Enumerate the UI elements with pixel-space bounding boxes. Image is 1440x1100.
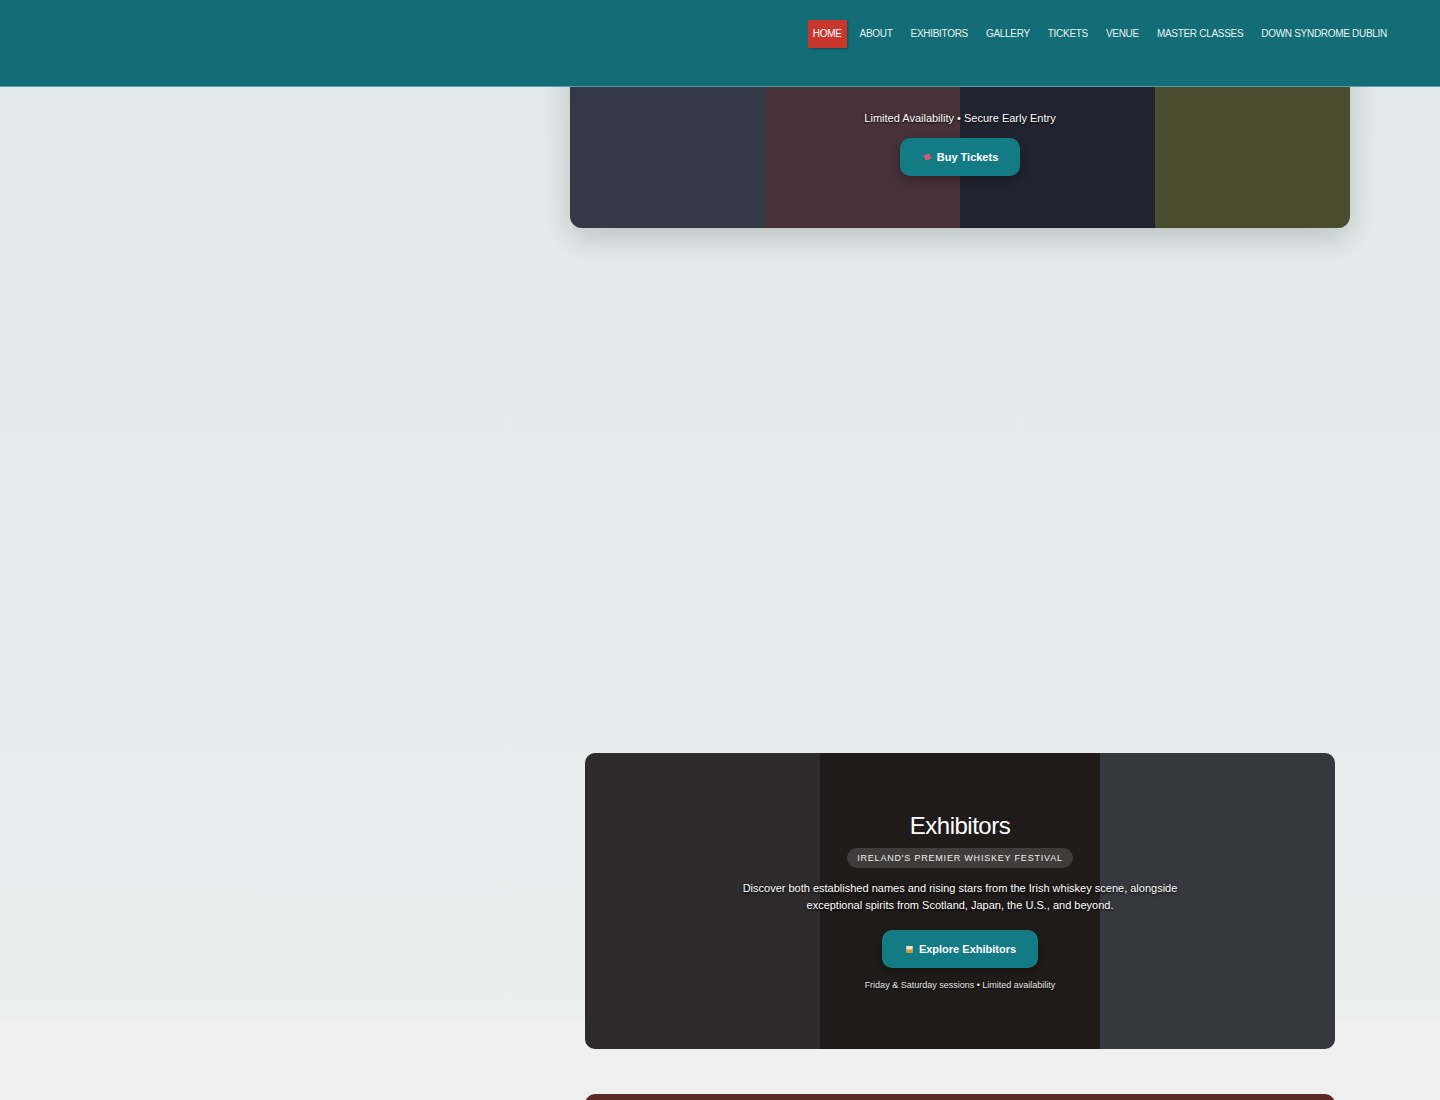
exhibitors-description: Discover both established names and risi… <box>715 880 1205 914</box>
exhibitors-note: Friday & Saturday sessions • Limited ava… <box>865 980 1056 990</box>
nav-item[interactable]: VENUE <box>1101 20 1144 48</box>
content: Limited Availability • Secure Early Entr… <box>570 0 1350 1100</box>
exhibitors-title: Exhibitors <box>910 812 1010 840</box>
exhibitors-badge: IRELAND'S PREMIER WHISKEY FESTIVAL <box>847 848 1073 868</box>
nav-item[interactable]: TICKETS <box>1043 20 1093 48</box>
nav-menu: HOME ABOUT EXHIBITORS GALLERY TICKETS VENUE MA… <box>808 20 1392 48</box>
nav-item[interactable]: GALLERY <box>981 20 1035 48</box>
nav-item[interactable]: HOME <box>808 20 847 48</box>
buy-tickets-button[interactable]: Buy Tickets <box>900 138 1021 176</box>
exhibitors-card: Exhibitors IRELAND'S PREMIER WHISKEY FES… <box>585 753 1335 1049</box>
explore-exhibitors-button[interactable]: Explore Exhibitors <box>882 930 1038 968</box>
nav-item[interactable]: DOWN SYNDROME DUBLIN <box>1256 20 1392 48</box>
hero-note: Limited Availability • Secure Early Entr… <box>864 112 1055 124</box>
whiskey-glass-icon <box>904 944 915 955</box>
nav-item[interactable]: EXHIBITORS <box>906 20 973 48</box>
ticket-icon <box>922 152 933 163</box>
page: HOME ABOUT EXHIBITORS GALLERY TICKETS VENUE MA… <box>0 0 1440 1100</box>
top-nav: HOME ABOUT EXHIBITORS GALLERY TICKETS VENUE MA… <box>0 0 1440 87</box>
next-card <box>585 1094 1335 1100</box>
nav-item[interactable]: ABOUT <box>855 20 898 48</box>
nav-item[interactable]: MASTER CLASSES <box>1152 20 1248 48</box>
